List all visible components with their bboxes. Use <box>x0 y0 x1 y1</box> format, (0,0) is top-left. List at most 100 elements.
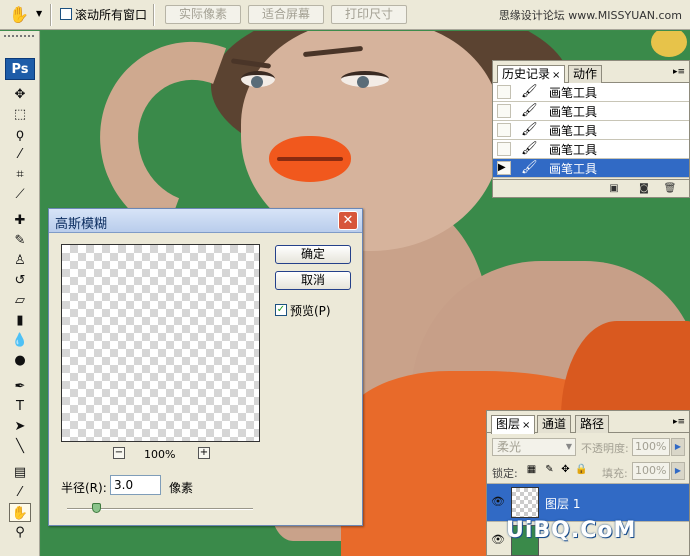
marquee-tool-icon[interactable]: ⬚ <box>9 105 31 124</box>
clone-stamp-icon[interactable]: ♙ <box>9 251 31 270</box>
eraser-tool-icon[interactable]: ▱ <box>9 291 31 310</box>
preview-checkbox[interactable]: ✓ <box>275 304 287 316</box>
line-tool-icon[interactable]: ╲ <box>9 437 31 456</box>
close-icon[interactable]: × <box>522 420 530 431</box>
history-item[interactable]: 🖌 画笔工具 <box>493 140 689 159</box>
brush-icon: 🖌 <box>521 84 538 99</box>
tab-history[interactable]: 历史记录 × <box>497 65 566 84</box>
lock-all-icon[interactable]: 🔒 <box>575 463 588 476</box>
path-selection-icon[interactable]: ➤ <box>9 417 31 436</box>
history-item-label: 画笔工具 <box>549 105 598 119</box>
options-bar: ✋ ▼ 滚动所有窗口 实际像素 适合屏幕 打印尺寸 思缘设计论坛 www.MIS… <box>0 0 690 30</box>
history-item-label: 画笔工具 <box>549 124 598 138</box>
blend-mode-value: 柔光 <box>497 440 522 454</box>
dialog-titlebar[interactable]: 高斯模糊 ✕ <box>49 209 362 233</box>
tool-preset-dropdown-icon[interactable]: ▼ <box>36 9 42 18</box>
ok-button[interactable]: 确定 <box>275 245 351 264</box>
lock-position-icon[interactable]: ✥ <box>559 463 572 476</box>
move-tool-icon[interactable]: ✥ <box>9 85 31 104</box>
blend-mode-select[interactable]: 柔光 ▼ <box>492 438 576 456</box>
eye-visibility-icon[interactable]: 👁 <box>491 495 505 509</box>
create-document-icon[interactable]: ◙ <box>637 182 651 195</box>
print-size-button[interactable]: 打印尺寸 <box>331 5 407 24</box>
photo-flower <box>651 31 687 57</box>
pen-tool-icon[interactable]: ✒ <box>9 377 31 396</box>
history-source-box[interactable] <box>497 142 511 156</box>
panel-menu-icon[interactable]: ▸≡ <box>673 67 685 77</box>
opacity-input[interactable]: 100% <box>632 438 670 456</box>
history-panel-tabs: 历史记录 × 动作 ▸≡ <box>493 61 689 84</box>
dialog-title: 高斯模糊 <box>55 217 108 232</box>
lock-image-icon[interactable]: ✎ <box>543 463 556 476</box>
layer-thumbnail <box>511 487 539 518</box>
gaussian-blur-dialog: 高斯模糊 ✕ − 100% + 确定 取消 ✓ 预览(P) 半径(R): 像素 <box>48 208 363 526</box>
blur-tool-icon[interactable]: 💧 <box>9 331 31 350</box>
brush-tool-icon[interactable]: ✎ <box>9 231 31 250</box>
chevron-down-icon: ▼ <box>565 442 572 451</box>
layers-panel-tabs: 图层 × 通道 路径 ▸≡ <box>487 411 689 434</box>
magic-wand-icon[interactable]: ⁄ <box>9 145 31 164</box>
history-source-box[interactable] <box>497 104 511 118</box>
hand-tool-icon[interactable]: ✋ <box>9 503 31 522</box>
fill-input[interactable]: 100% <box>632 462 670 480</box>
photo-eye <box>241 71 275 88</box>
crop-tool-icon[interactable]: ⌗ <box>9 165 31 184</box>
history-item-selected[interactable]: ▶ 🖌 画笔工具 <box>493 159 689 178</box>
site-brand: 思缘设计论坛 www.MISSYUAN.com <box>498 9 682 22</box>
tab-paths[interactable]: 路径 <box>575 415 610 433</box>
eyedropper-tool-icon[interactable]: ⁄ <box>9 483 31 502</box>
actual-pixels-button[interactable]: 实际像素 <box>165 5 241 24</box>
hand-tool-icon[interactable]: ✋ <box>8 4 30 26</box>
layer-row-selected[interactable]: 👁 图层 1 <box>487 483 689 521</box>
history-item[interactable]: 🖌 画笔工具 <box>493 83 689 102</box>
brush-icon: 🖌 <box>521 160 538 175</box>
radius-input[interactable] <box>110 475 161 495</box>
history-panel-footer: ▣ ◙ 🗑 <box>493 179 689 197</box>
new-snapshot-icon[interactable]: ▣ <box>607 182 621 195</box>
cancel-button[interactable]: 取消 <box>275 271 351 290</box>
zoom-level: 100% <box>144 448 176 461</box>
photo-eye <box>341 71 389 88</box>
photoshop-logo[interactable]: Ps <box>5 58 35 80</box>
tab-actions[interactable]: 动作 <box>568 65 603 83</box>
tab-channels[interactable]: 通道 <box>537 415 572 433</box>
opacity-slider-button[interactable]: ▶ <box>671 438 685 456</box>
history-item[interactable]: 🖌 画笔工具 <box>493 121 689 140</box>
lock-transparency-icon[interactable]: ▦ <box>525 463 538 476</box>
close-icon[interactable]: ✕ <box>338 211 358 230</box>
brush-icon: 🖌 <box>521 141 538 156</box>
brush-icon: 🖌 <box>521 122 538 137</box>
lasso-tool-icon[interactable]: ϙ <box>9 125 31 144</box>
divider <box>50 4 52 26</box>
preview-label: 预览(P) <box>290 304 331 318</box>
trash-icon[interactable]: 🗑 <box>663 182 677 195</box>
zoom-tool-icon[interactable]: ⚲ <box>9 523 31 542</box>
toolbox-grip[interactable] <box>4 35 34 39</box>
scroll-all-windows-checkbox[interactable] <box>60 8 72 20</box>
history-brush-icon[interactable]: ↺ <box>9 271 31 290</box>
panel-menu-icon[interactable]: ▸≡ <box>673 417 685 427</box>
close-icon[interactable]: × <box>552 70 560 81</box>
healing-brush-icon[interactable]: ✚ <box>9 211 31 230</box>
history-source-box[interactable] <box>497 123 511 137</box>
photo-lips <box>269 136 351 182</box>
radius-slider-thumb[interactable] <box>92 503 101 513</box>
gradient-tool-icon[interactable]: ▮ <box>9 311 31 330</box>
zoom-in-button[interactable]: + <box>198 447 210 459</box>
history-item-label: 画笔工具 <box>549 143 598 157</box>
tab-layers[interactable]: 图层 × <box>491 415 536 434</box>
fit-screen-button[interactable]: 适合屏幕 <box>248 5 324 24</box>
watermark-logo: UiBQ.CoM <box>506 518 637 543</box>
fill-slider-button[interactable]: ▶ <box>671 462 685 480</box>
slice-tool-icon[interactable]: ⟋ <box>9 185 31 204</box>
eye-visibility-icon[interactable]: 👁 <box>491 533 505 547</box>
opacity-label: 不透明度: <box>581 442 629 455</box>
zoom-out-button[interactable]: − <box>113 447 125 459</box>
current-state-arrow-icon: ▶ <box>498 162 506 173</box>
type-tool-icon[interactable]: T <box>9 397 31 416</box>
filter-preview[interactable] <box>61 244 260 442</box>
history-item[interactable]: 🖌 画笔工具 <box>493 102 689 121</box>
history-source-box[interactable] <box>497 85 511 99</box>
dodge-tool-icon[interactable]: ● <box>9 351 31 370</box>
notes-tool-icon[interactable]: ▤ <box>9 463 31 482</box>
